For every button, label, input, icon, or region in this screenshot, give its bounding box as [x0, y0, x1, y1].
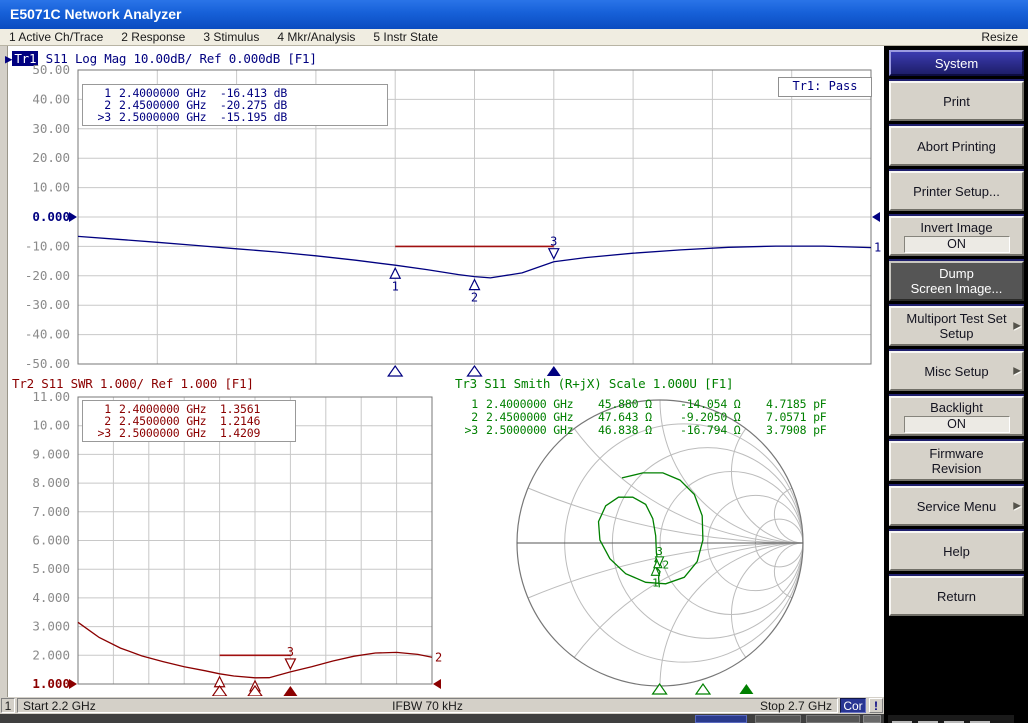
svg-text:6.000: 6.000 [32, 533, 70, 548]
softkey-misc-setup[interactable]: Misc Setup ▶ [889, 351, 1024, 391]
trace2-marker-table: 12.4000000 GHz 1.356122.4500000 GHz 1.21… [82, 400, 296, 442]
softkey-label: Print [943, 94, 970, 109]
softkey-printer-setup[interactable]: Printer Setup... [889, 171, 1024, 211]
svg-text:1.000: 1.000 [32, 676, 70, 691]
softkey-label: Misc Setup [924, 364, 988, 379]
taskbar-item[interactable] [806, 715, 860, 723]
title-bar[interactable]: E5071C Network Analyzer [0, 0, 1028, 29]
submenu-arrow-icon: ▶ [1013, 499, 1021, 514]
softkey-service-menu[interactable]: Service Menu ▶ [889, 486, 1024, 526]
softkey-value: ON [904, 416, 1010, 433]
limit-test-result: Tr1: Pass [778, 77, 872, 97]
menu-item-4-mkr-analysis[interactable]: 4 Mkr/Analysis [268, 30, 364, 44]
status-bar: 1 Start 2.2 GHz IFBW 70 kHz Stop 2.7 GHz… [0, 697, 884, 714]
svg-text:8.000: 8.000 [32, 475, 70, 490]
softkey-system[interactable]: System [889, 50, 1024, 76]
svg-text:5.000: 5.000 [32, 561, 70, 576]
softkey-return[interactable]: Return [889, 576, 1024, 616]
window-title: E5071C Network Analyzer [10, 6, 181, 22]
alert-indicator[interactable]: ! [869, 698, 883, 713]
softkey-label: Return [937, 589, 976, 604]
softkey-multiport-test-set-setup[interactable]: Multiport Test SetSetup ▶ [889, 306, 1024, 346]
softkey-label: Multiport Test Set [906, 311, 1006, 326]
window-edge [0, 46, 8, 697]
trace1-marker-table: 12.4000000 GHz -16.413 dB22.4500000 GHz … [82, 84, 388, 126]
application-window: E5071C Network Analyzer 1 Active Ch/Trac… [0, 0, 1028, 723]
softkey-invert-image[interactable]: Invert ImageON [889, 216, 1024, 256]
svg-text:11.00: 11.00 [32, 390, 70, 404]
svg-text:10.00: 10.00 [32, 418, 70, 433]
softkey-label: Backlight [930, 400, 983, 415]
svg-text:4.000: 4.000 [32, 590, 70, 605]
svg-text:40.00: 40.00 [32, 91, 70, 106]
svg-text:10.00: 10.00 [32, 180, 70, 195]
svg-text:9.000: 9.000 [32, 446, 70, 461]
svg-text:3: 3 [656, 545, 663, 558]
softkey-dump-screen-image[interactable]: DumpScreen Image... [889, 261, 1024, 301]
svg-text:-10.00: -10.00 [25, 238, 70, 253]
softkey-value: ON [904, 236, 1010, 253]
svg-text:2: 2 [471, 291, 478, 305]
softkey-abort-printing[interactable]: Abort Printing [889, 126, 1024, 166]
softkey-label: Invert Image [920, 220, 992, 235]
svg-text:1: 1 [392, 279, 399, 293]
softkey-label: System [935, 56, 978, 71]
softkey-label: Firmware [929, 446, 983, 461]
svg-text:-20.00: -20.00 [25, 268, 70, 283]
clipped-taskbar-fragment [888, 715, 1014, 723]
smith-chart: 123 [440, 392, 884, 697]
softkey-label: Abort Printing [917, 139, 996, 154]
softkey-label: Screen Image... [911, 281, 1003, 296]
resize-control[interactable]: Resize [981, 30, 1028, 44]
taskbar-item[interactable] [863, 715, 881, 723]
softkey-print[interactable]: Print [889, 81, 1024, 121]
marker-row: >32.5000000 GHz -15.195 dB [89, 111, 381, 123]
trace3-marker-table: 12.4000000 GHz 45.880 Ω -14.054 Ω 4.7185… [456, 398, 827, 437]
softkey-label: Setup [940, 326, 974, 341]
menu-item-3-stimulus[interactable]: 3 Stimulus [194, 30, 268, 44]
softkey-menu: System Print Abort Printing Printer Setup..… [884, 46, 1028, 723]
correction-status-badge: Cor [840, 698, 866, 713]
softkey-help[interactable]: Help [889, 531, 1024, 571]
svg-text:3.000: 3.000 [32, 619, 70, 634]
ifbw-value: IFBW 70 kHz [18, 699, 837, 713]
softkey-firmware-revision[interactable]: FirmwareRevision [889, 441, 1024, 481]
svg-text:-50.00: -50.00 [25, 356, 70, 371]
channel-number: 1 [1, 698, 15, 713]
menu-bar: 1 Active Ch/Trace2 Response3 Stimulus4 M… [0, 29, 1028, 46]
marker-row: >32.5000000 GHz 1.4209 [89, 427, 289, 439]
softkey-label: Dump [939, 266, 974, 281]
svg-text:30.00: 30.00 [32, 121, 70, 136]
svg-text:20.00: 20.00 [32, 150, 70, 165]
svg-text:-30.00: -30.00 [25, 297, 70, 312]
menu-item-1-active-ch-trace[interactable]: 1 Active Ch/Trace [0, 30, 112, 44]
svg-text:1: 1 [874, 241, 881, 255]
marker-row: >32.5000000 GHz 46.838 Ω -16.794 Ω 3.790… [456, 424, 827, 437]
menu-items: 1 Active Ch/Trace2 Response3 Stimulus4 M… [0, 30, 447, 44]
softkey-label: Revision [932, 461, 982, 476]
submenu-arrow-icon: ▶ [1013, 364, 1021, 379]
svg-text:50.00: 50.00 [32, 64, 70, 77]
softkey-label: Help [943, 544, 970, 559]
taskbar-strip [0, 714, 884, 723]
softkey-label: Printer Setup... [913, 184, 1000, 199]
svg-text:2.000: 2.000 [32, 647, 70, 662]
svg-text:2: 2 [663, 559, 670, 572]
menu-item-2-response[interactable]: 2 Response [112, 30, 194, 44]
taskbar-item[interactable] [695, 715, 747, 723]
svg-text:1: 1 [652, 576, 659, 589]
softkey-backlight[interactable]: BacklightON [889, 396, 1024, 436]
menu-item-5-instr-state[interactable]: 5 Instr State [364, 30, 447, 44]
channel-window: ▶Tr1 S11 Log Mag 10.00dB/ Ref 0.000dB [F… [0, 46, 884, 697]
svg-text:3: 3 [287, 645, 294, 659]
svg-text:7.000: 7.000 [32, 504, 70, 519]
sweep-info-cell: Start 2.2 GHz IFBW 70 kHz Stop 2.7 GHz [17, 698, 838, 713]
svg-text:0.000: 0.000 [32, 209, 70, 224]
svg-text:3: 3 [550, 235, 557, 249]
submenu-arrow-icon: ▶ [1013, 319, 1021, 334]
softkey-label: Service Menu [917, 499, 996, 514]
svg-text:-40.00: -40.00 [25, 327, 70, 342]
taskbar-item[interactable] [755, 715, 801, 723]
softkey-list: System Print Abort Printing Printer Setup..… [884, 50, 1028, 616]
